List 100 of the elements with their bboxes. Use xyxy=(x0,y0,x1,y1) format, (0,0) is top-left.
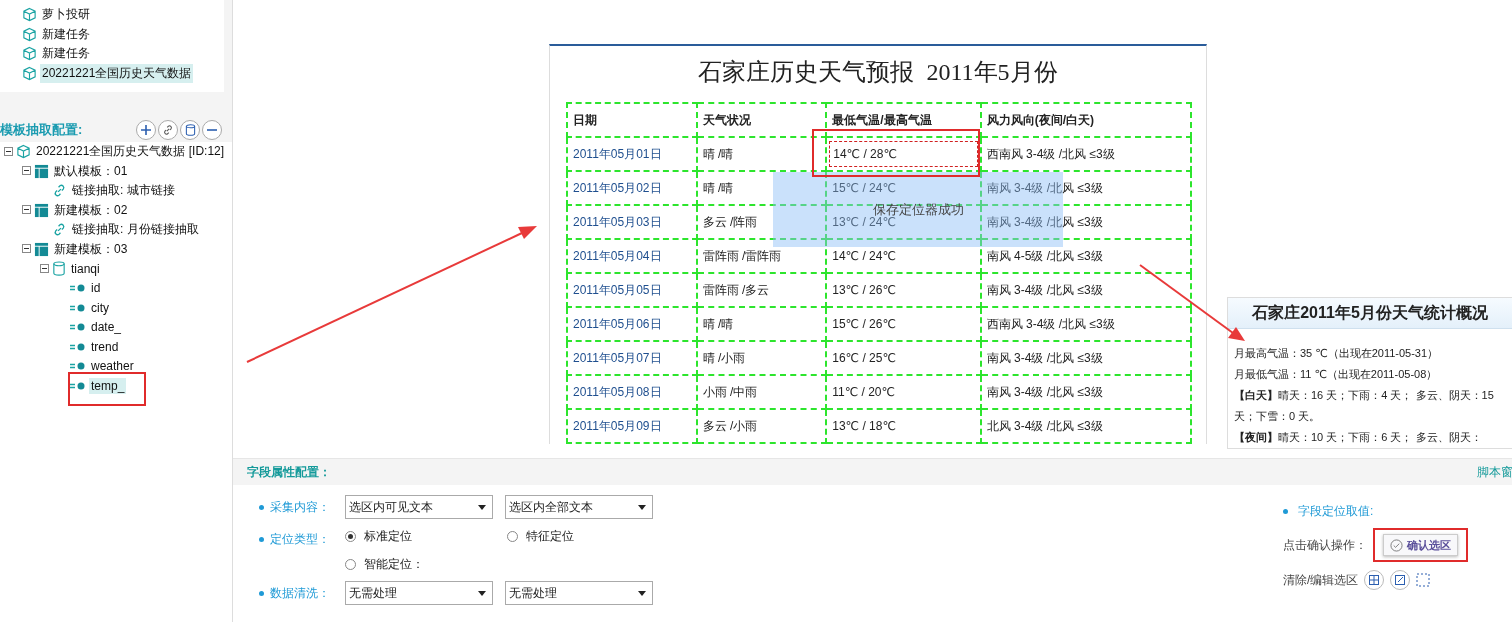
dropdown[interactable]: 选区内可见文本 xyxy=(345,495,493,519)
radio-option[interactable]: 智能定位： xyxy=(345,555,507,573)
check-circle-icon xyxy=(1390,538,1403,552)
cube-icon xyxy=(22,46,37,62)
table-cell: 南风 4-5级 /北风 ≤3级 xyxy=(980,239,1191,273)
cube-icon xyxy=(22,65,37,81)
table-cell: 2011年05月01日 xyxy=(567,137,697,171)
remove-button[interactable] xyxy=(202,120,222,140)
field-icon xyxy=(70,284,86,293)
table-cell: 多云 /阵雨 xyxy=(696,205,827,239)
section-title: 模板抽取配置: xyxy=(0,121,83,139)
collapse-icon[interactable] xyxy=(22,244,31,254)
table-cell: 2011年05月08日 xyxy=(567,375,697,409)
tree-item[interactable]: trend xyxy=(89,338,121,355)
table-cell: 15℃ / 26℃ xyxy=(826,307,981,341)
dropdown[interactable]: 选区内全部文本 xyxy=(505,495,653,519)
tree-item[interactable]: 默认模板：01 xyxy=(52,161,130,181)
table-cell: 多云 /小雨 xyxy=(696,409,827,443)
add-table-button[interactable] xyxy=(180,120,200,140)
template-icon xyxy=(34,241,49,257)
dropdown-caret-icon xyxy=(478,504,486,510)
collapse-icon[interactable] xyxy=(22,205,31,215)
table-cell: 2011年05月03日 xyxy=(567,205,697,239)
table-cell: 晴 /小雨 xyxy=(696,341,827,375)
field-icon xyxy=(70,342,86,351)
dropdown-caret-icon xyxy=(638,504,646,510)
task-item[interactable]: 萝卜投研 xyxy=(40,5,92,25)
table-cell: 南风 3-4级 /北风 ≤3级 xyxy=(980,375,1191,409)
collapse-icon[interactable] xyxy=(22,166,31,176)
add-link-button[interactable] xyxy=(158,120,178,140)
field-label: 清除/编辑选区 xyxy=(1283,571,1359,589)
tree-item[interactable]: 新建模板：03 xyxy=(52,239,130,259)
table-cell: 13℃ / 26℃ xyxy=(826,273,981,307)
table-cell: 西南风 3-4级 /北风 ≤3级 xyxy=(980,137,1191,171)
tree-item[interactable]: 新建模板：02 xyxy=(52,200,130,220)
task-item[interactable]: 新建任务 xyxy=(40,24,92,44)
field-label: 定位类型： xyxy=(270,530,330,548)
clear-button[interactable] xyxy=(1364,570,1385,590)
dropdown[interactable]: 无需处理 xyxy=(345,581,493,605)
table-cell: 南风 3-4级 /北风 ≤3级 xyxy=(980,205,1191,239)
field-icon xyxy=(70,362,86,371)
bullet-icon xyxy=(259,536,264,542)
table-cell: 南风 3-4级 /北风 ≤3级 xyxy=(980,171,1191,205)
bullet-icon xyxy=(259,504,264,510)
section-title: 字段属性配置： xyxy=(247,463,331,481)
table-cell: 南风 3-4级 /北风 ≤3级 xyxy=(980,341,1191,375)
field-icon xyxy=(70,381,86,390)
field-label: 数据清洗： xyxy=(270,584,330,602)
cylinder-icon xyxy=(52,261,66,277)
column-header: 最低气温/最高气温 xyxy=(826,103,981,137)
dropdown[interactable]: 无需处理 xyxy=(505,581,653,605)
task-item[interactable]: 20221221全国历史天气数据 xyxy=(40,63,194,83)
table-cell: 晴 /晴 xyxy=(696,171,827,205)
confirm-button[interactable]: 确认选区 xyxy=(1383,534,1458,556)
table-cell: 2011年05月09日 xyxy=(567,409,697,443)
table-cell: 西南风 3-4级 /北风 ≤3级 xyxy=(980,307,1191,341)
edit-icon xyxy=(1395,575,1406,585)
link-icon xyxy=(162,124,174,136)
radio-option[interactable]: 特征定位 xyxy=(507,527,667,545)
table-cell: 北风 3-4级 /北风 ≤3级 xyxy=(980,409,1191,443)
cube-icon xyxy=(22,7,37,23)
field-icon xyxy=(70,303,86,312)
table-cell: 2011年05月02日 xyxy=(567,171,697,205)
field-label: 采集内容： xyxy=(270,498,330,516)
tree-item[interactable]: 20221221全国历史天气数据 [ID:12] xyxy=(34,142,227,162)
tree-item[interactable]: id xyxy=(89,280,103,297)
tree-item[interactable]: weather xyxy=(89,358,136,375)
field-label: 点击确认操作： xyxy=(1283,536,1367,554)
table-cell: 小雨 /中雨 xyxy=(696,375,827,409)
template-icon xyxy=(34,163,49,179)
tree-item[interactable]: tianqi xyxy=(69,260,102,277)
selected-cell[interactable]: 14℃ / 28℃ xyxy=(829,141,978,167)
tree-item[interactable]: city xyxy=(89,299,111,316)
tree-item[interactable]: temp_ xyxy=(89,377,127,394)
table-cell: 2011年05月06日 xyxy=(567,307,697,341)
panel-title: 石家庄2011年5月份天气统计概况 xyxy=(1228,298,1512,329)
dropdown-caret-icon xyxy=(638,590,646,596)
stats-line: 月最低气温：11 ℃（出现在2011-05-08） xyxy=(1234,367,1439,382)
table-cell: 16℃ / 25℃ xyxy=(826,341,981,375)
page-title: 石家庄历史天气预报 2011年5月份 xyxy=(697,58,1059,87)
bullet-icon xyxy=(259,590,264,596)
stats-line: 【夜间】晴天：10 天；下雨：6 天； 多云、阴天： xyxy=(1234,430,1483,445)
edit-button[interactable] xyxy=(1390,570,1411,590)
bullet-icon xyxy=(1283,509,1288,514)
tree-item[interactable]: date_ xyxy=(89,319,124,336)
collapse-icon[interactable] xyxy=(40,263,49,273)
dotted-selection-icon[interactable] xyxy=(1416,573,1431,587)
tree-item[interactable]: 链接抽取: 城市链接 xyxy=(70,181,177,201)
tree-item[interactable]: 链接抽取: 月份链接抽取 xyxy=(70,220,201,240)
table-cell: 雷阵雨 /多云 xyxy=(696,273,827,307)
collapse-icon[interactable] xyxy=(4,146,13,156)
add-button[interactable] xyxy=(136,120,156,140)
cylinder-icon xyxy=(184,124,196,136)
task-item[interactable]: 新建任务 xyxy=(40,44,92,64)
dropdown-caret-icon xyxy=(478,590,486,596)
link-icon xyxy=(52,183,67,199)
link-icon xyxy=(52,222,67,238)
radio-option[interactable]: 标准定位 xyxy=(345,527,507,545)
table-cell: 14℃ / 24℃ xyxy=(826,239,981,273)
field-icon xyxy=(70,323,86,332)
